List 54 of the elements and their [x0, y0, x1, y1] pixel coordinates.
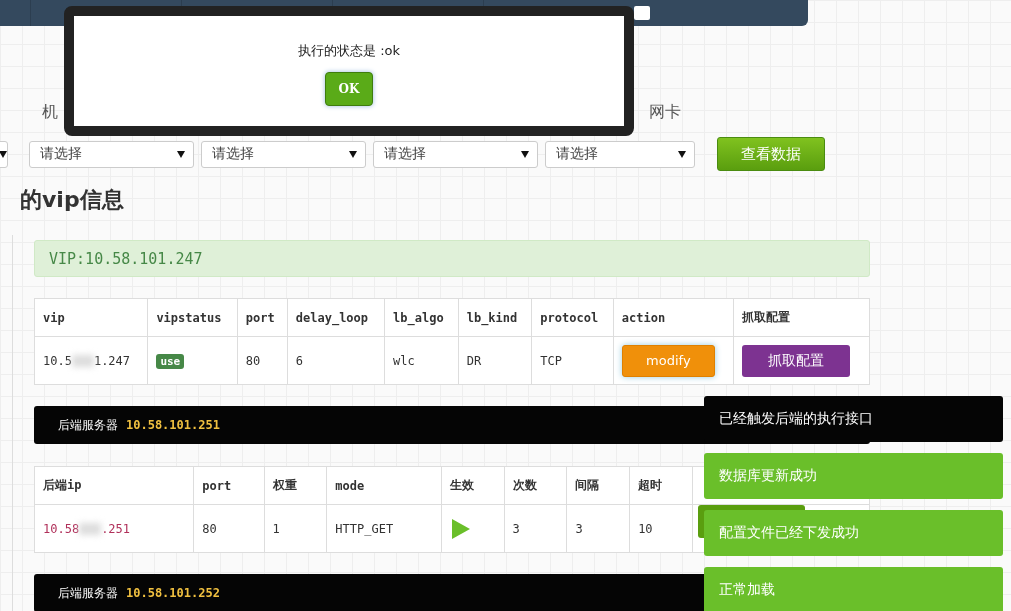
column-header: 生效	[441, 466, 505, 505]
column-header: 权重	[264, 466, 327, 505]
table-cell: 1	[264, 504, 327, 553]
status-badge: use	[156, 353, 185, 369]
caret-icon	[678, 150, 686, 158]
column-header: vipstatus	[147, 298, 238, 337]
table-cell: TCP	[531, 336, 614, 385]
server-label: 后端服务器	[58, 416, 118, 434]
select-field[interactable]: 请选择	[545, 140, 695, 168]
table-cell: 3	[566, 504, 630, 553]
table-cell: DR	[458, 336, 532, 385]
column-header: 抓取配置	[733, 298, 870, 337]
column-header: lb_kind	[458, 298, 532, 337]
column-header: delay_loop	[287, 298, 385, 337]
caret-icon	[521, 150, 529, 158]
table-cell: HTTP_GET	[326, 504, 442, 553]
table-cell: 80	[193, 504, 265, 553]
vip-alert: VIP:10.58.101.247	[34, 240, 870, 277]
column-header: lb_algo	[384, 298, 459, 337]
notification-toast: 配置文件已经下发成功	[704, 510, 1003, 556]
select-field[interactable]: 请选择	[373, 140, 538, 168]
column-header: port	[193, 466, 265, 505]
filter-label: 网卡	[649, 102, 681, 123]
table-cell: 10.5 1.247	[34, 336, 148, 385]
caret-icon	[177, 150, 185, 158]
server-label: 后端服务器	[58, 584, 118, 602]
table-cell: 3	[504, 504, 567, 553]
column-header: mode	[326, 466, 442, 505]
column-header: 超时	[629, 466, 693, 505]
server-ip: 10.58.101.252	[126, 586, 220, 600]
table-cell: 10.58 .251	[34, 504, 194, 553]
column-header: 后端ip	[34, 466, 194, 505]
select-field[interactable]: 请选择	[201, 140, 366, 168]
column-header: 次数	[504, 466, 567, 505]
server-ip: 10.58.101.251	[126, 418, 220, 432]
table-cell: 80	[237, 336, 288, 385]
column-header: vip	[34, 298, 148, 337]
select-field[interactable]: 请选择	[29, 140, 194, 168]
filter-label: 机	[42, 102, 58, 123]
section-title: 的vip信息	[20, 187, 125, 213]
column-header: protocol	[531, 298, 614, 337]
caret-icon	[0, 150, 7, 158]
fetch-config-button[interactable]: 抓取配置	[741, 344, 850, 377]
column-header: port	[237, 298, 288, 337]
table-cell: 6	[287, 336, 385, 385]
column-header: action	[613, 298, 734, 337]
notification-toast: 正常加载	[704, 567, 1003, 611]
table-cell: 10	[629, 504, 693, 553]
table-cell: wlc	[384, 336, 459, 385]
dialog-message: 执行的状态是 :ok	[298, 42, 400, 60]
caret-icon	[349, 150, 357, 158]
notification-toast: 数据库更新成功	[704, 453, 1003, 499]
notification-toast: 已经触发后端的执行接口	[704, 396, 1003, 442]
column-header: 间隔	[566, 466, 630, 505]
